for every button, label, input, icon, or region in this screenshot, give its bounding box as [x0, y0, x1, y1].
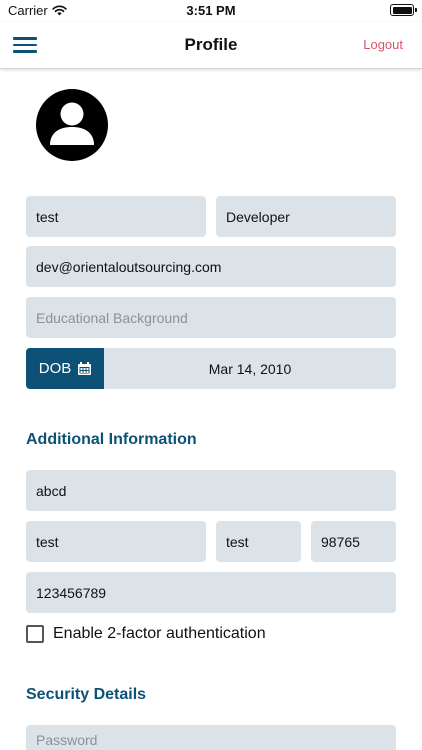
calendar-icon: [78, 362, 92, 375]
status-bar: Carrier 3:51 PM: [0, 0, 422, 22]
page-title: Profile: [184, 35, 238, 54]
navigation-bar: Profile Logout: [0, 22, 422, 69]
zip-field[interactable]: 98765: [311, 521, 396, 562]
user-avatar-icon[interactable]: [36, 89, 108, 161]
dob-label: DOB: [38, 360, 72, 377]
dob-picker: DOB Mar 14, 2010: [26, 348, 396, 389]
address-field[interactable]: abcd: [26, 470, 396, 511]
dob-value[interactable]: Mar 14, 2010: [104, 348, 396, 389]
first-name-field[interactable]: test: [26, 196, 206, 237]
two-factor-option[interactable]: Enable 2-factor authentication: [26, 623, 266, 645]
city-field[interactable]: test: [26, 521, 206, 562]
battery-icon: [390, 4, 417, 16]
hamburger-menu-icon[interactable]: [13, 37, 37, 53]
security-details-heading: Security Details: [26, 686, 147, 703]
password-field[interactable]: Password: [26, 725, 396, 750]
two-factor-checkbox[interactable]: [26, 625, 44, 643]
logout-button[interactable]: Logout: [363, 37, 403, 52]
email-field[interactable]: dev@orientaloutsourcing.com: [26, 246, 396, 287]
additional-info-heading: Additional Information: [26, 431, 197, 448]
dob-button[interactable]: DOB: [26, 348, 104, 389]
status-time: 3:51 PM: [186, 3, 236, 18]
phone-field[interactable]: 123456789: [26, 572, 396, 613]
state-field[interactable]: test: [216, 521, 301, 562]
last-name-field[interactable]: Developer: [216, 196, 396, 237]
education-field[interactable]: Educational Background: [26, 297, 396, 338]
two-factor-label: Enable 2-factor authentication: [53, 625, 266, 642]
